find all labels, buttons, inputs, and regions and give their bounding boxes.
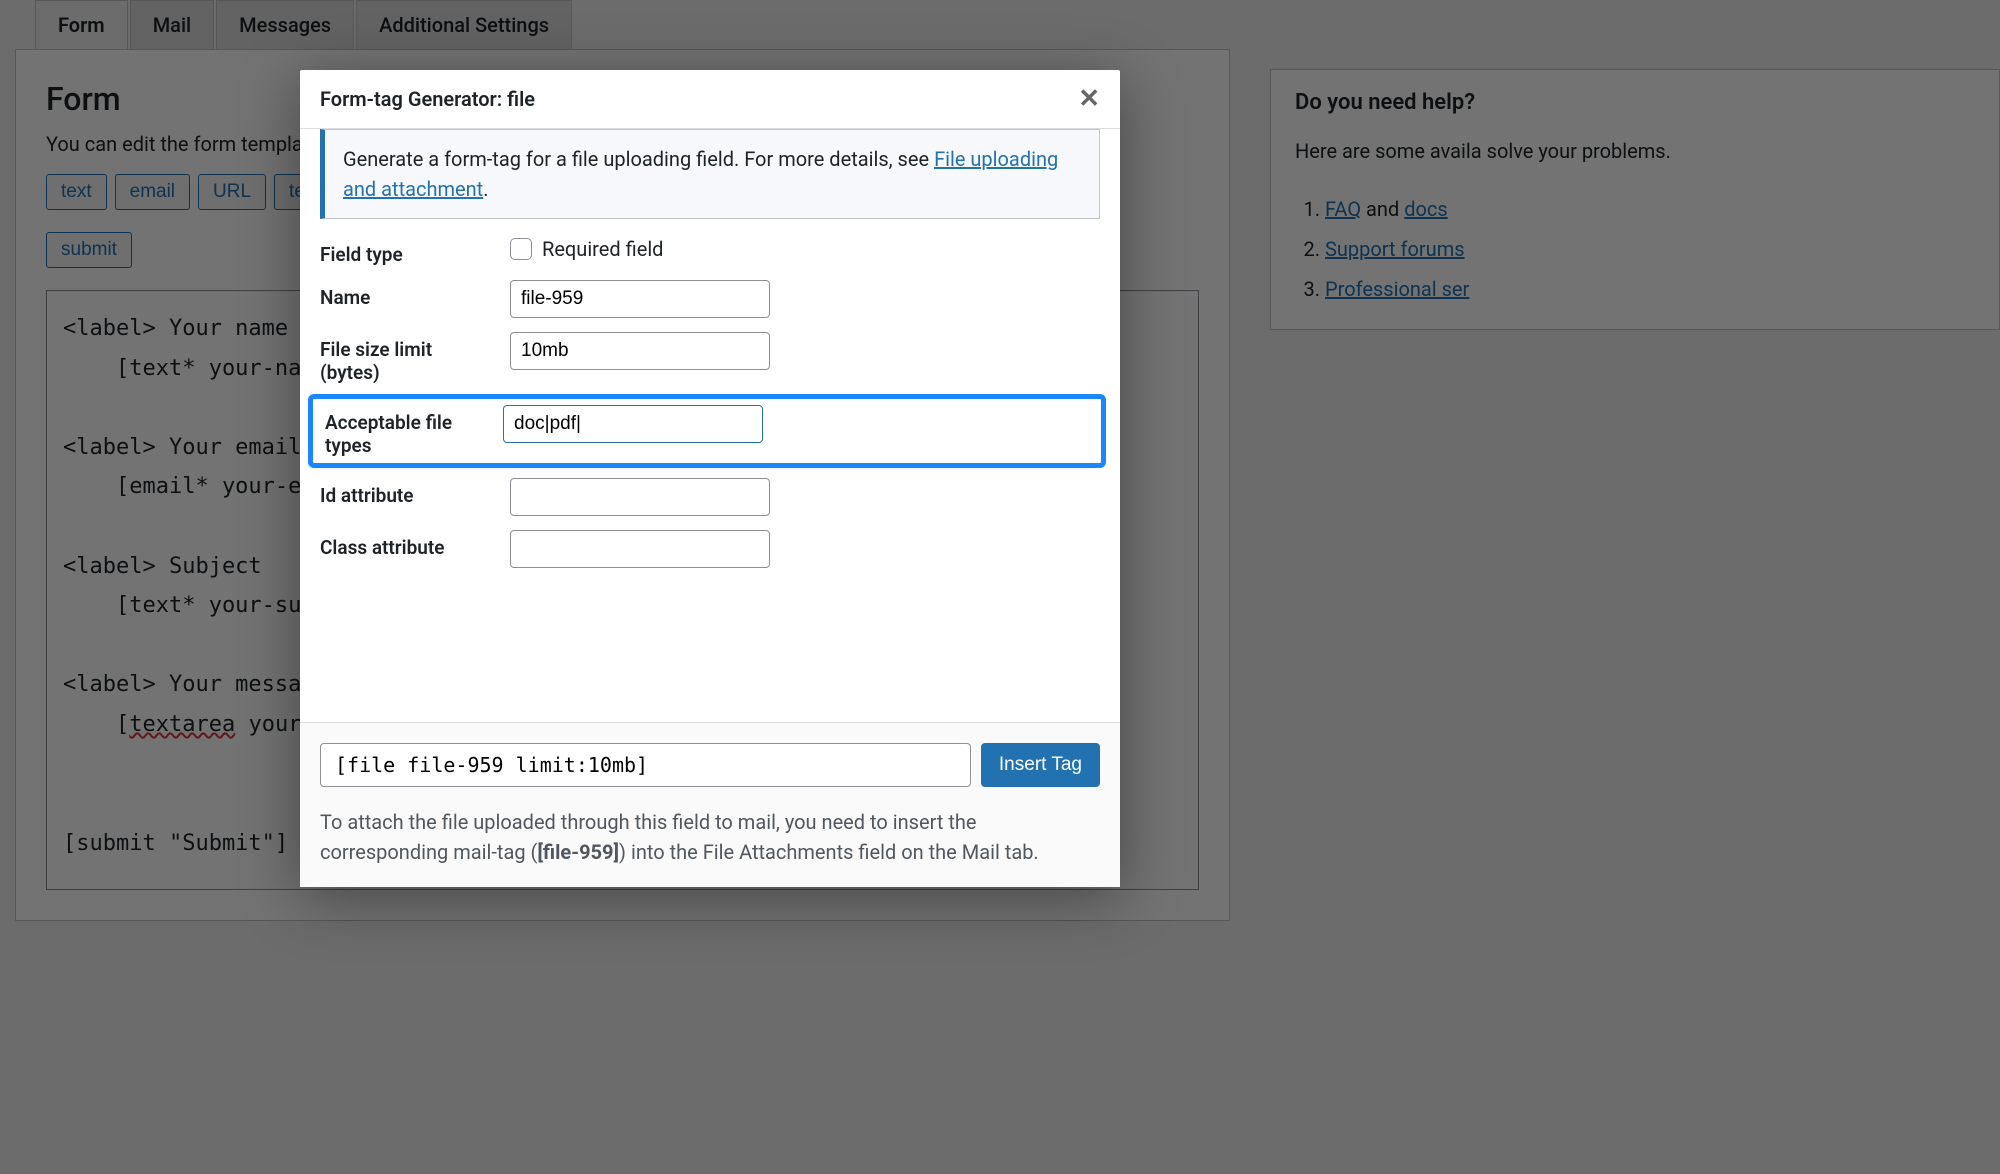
name-label: Name: [320, 280, 490, 309]
class-attribute-label: Class attribute: [320, 530, 490, 559]
acceptable-file-types-row: Acceptable file types: [308, 394, 1106, 468]
close-icon[interactable]: ✕: [1078, 84, 1100, 114]
class-attribute-input[interactable]: [510, 530, 770, 568]
field-type-label: Field type: [320, 237, 490, 266]
generated-tag-output[interactable]: [320, 743, 971, 787]
file-types-label: Acceptable file types: [319, 405, 483, 457]
name-input[interactable]: [510, 280, 770, 318]
id-attribute-input[interactable]: [510, 478, 770, 516]
checkbox-icon: [510, 238, 532, 260]
footer-note: To attach the file uploaded through this…: [320, 807, 1100, 867]
modal-title: Form-tag Generator: file: [320, 87, 535, 111]
info-box: Generate a form-tag for a file uploading…: [320, 129, 1100, 219]
required-field-label: Required field: [542, 237, 663, 261]
required-field-checkbox[interactable]: Required field: [510, 237, 1100, 261]
form-tag-generator-modal: Form-tag Generator: file ✕ Generate a fo…: [300, 70, 1120, 887]
insert-tag-button[interactable]: Insert Tag: [981, 743, 1100, 787]
acceptable-file-types-input[interactable]: [503, 405, 763, 443]
size-limit-label: File size limit (bytes): [320, 332, 490, 384]
file-size-limit-input[interactable]: [510, 332, 770, 370]
id-attribute-label: Id attribute: [320, 478, 490, 507]
